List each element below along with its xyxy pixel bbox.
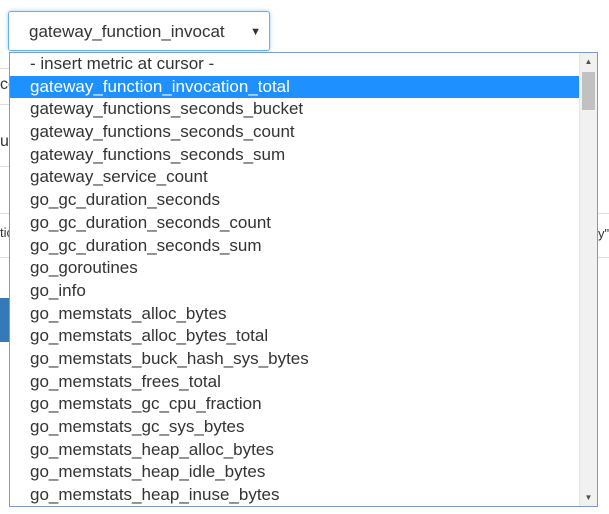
- dropdown-option[interactable]: go_goroutines: [10, 257, 579, 280]
- dropdown-option[interactable]: go_gc_duration_seconds_sum: [10, 235, 579, 258]
- background-text-fragment: tic: [0, 225, 9, 240]
- background-divider: [0, 213, 9, 214]
- dropdown-option[interactable]: go_memstats_heap_idle_bytes: [10, 461, 579, 484]
- dropdown-option[interactable]: gateway_service_count: [10, 166, 579, 189]
- background-text-fragment: u: [0, 134, 9, 150]
- dropdown-option[interactable]: go_memstats_frees_total: [10, 371, 579, 394]
- scroll-down-arrow-icon[interactable]: ▼: [580, 489, 597, 506]
- background-text-fragment: ce: [0, 77, 9, 93]
- dropdown-option[interactable]: gateway_functions_seconds_bucket: [10, 98, 579, 121]
- dropdown-option-placeholder[interactable]: - insert metric at cursor -: [10, 53, 579, 76]
- chevron-down-icon: ▼: [250, 26, 261, 38]
- metric-options: - insert metric at cursor - gateway_funct…: [10, 53, 579, 506]
- dropdown-option[interactable]: go_memstats_buck_hash_sys_bytes: [10, 348, 579, 371]
- metric-dropdown-list[interactable]: - insert metric at cursor - gateway_funct…: [9, 52, 598, 507]
- background-text-fragment: y"]: [598, 226, 609, 241]
- background-divider: [0, 257, 9, 258]
- scrollbar-thumb[interactable]: [582, 72, 595, 110]
- background-divider: [0, 68, 9, 69]
- dropdown-option[interactable]: gateway_functions_seconds_count: [10, 121, 579, 144]
- metric-select[interactable]: gateway_function_invocat ▼: [8, 11, 270, 51]
- background-divider: [598, 257, 609, 258]
- background-divider: [598, 213, 609, 214]
- dropdown-option[interactable]: go_gc_duration_seconds: [10, 189, 579, 212]
- dropdown-option[interactable]: go_memstats_alloc_bytes: [10, 303, 579, 326]
- dropdown-option[interactable]: gateway_function_invocation_total: [10, 75, 579, 99]
- dropdown-option[interactable]: gateway_functions_seconds_sum: [10, 144, 579, 167]
- dropdown-scrollbar[interactable]: ▲ ▼: [579, 53, 597, 506]
- metric-select-value: gateway_function_invocat: [29, 22, 225, 41]
- dropdown-option[interactable]: go_memstats_gc_sys_bytes: [10, 416, 579, 439]
- dropdown-option[interactable]: go_memstats_alloc_bytes_total: [10, 325, 579, 348]
- page: ce u tic y"] gateway_function_invocat ▼ …: [0, 0, 609, 514]
- background-divider: [0, 104, 9, 105]
- dropdown-option[interactable]: go_memstats_gc_cpu_fraction: [10, 393, 579, 416]
- dropdown-option[interactable]: go_memstats_heap_alloc_bytes: [10, 439, 579, 462]
- background-divider: [0, 166, 9, 167]
- background-button: [0, 298, 9, 342]
- scroll-up-arrow-icon[interactable]: ▲: [580, 53, 597, 70]
- dropdown-option[interactable]: go_gc_duration_seconds_count: [10, 212, 579, 235]
- dropdown-option[interactable]: go_info: [10, 280, 579, 303]
- dropdown-option[interactable]: go_memstats_heap_inuse_bytes: [10, 484, 579, 506]
